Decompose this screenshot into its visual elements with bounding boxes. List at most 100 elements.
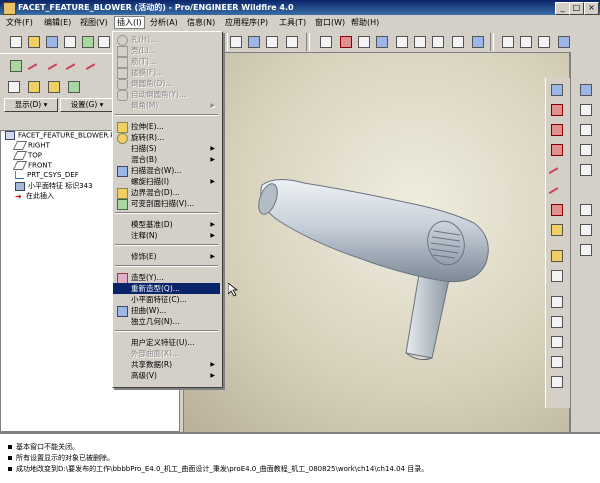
hidden-line-icon[interactable] <box>518 34 534 50</box>
menu-window[interactable]: 窗口(W) <box>315 17 345 28</box>
show-button[interactable]: 显示(D) ▾ <box>4 98 58 112</box>
point-display-icon[interactable] <box>338 34 354 50</box>
new-file-icon[interactable] <box>8 34 24 50</box>
menu-item-advanced[interactable]: 高级(V) ▶ <box>113 370 220 381</box>
menu-item-swept-blend[interactable]: 扫描混合(W)... <box>113 165 220 177</box>
zoom-out-icon[interactable] <box>412 34 428 50</box>
menu-insert[interactable]: 插入(I) <box>114 16 145 29</box>
sketch-curve-icon[interactable] <box>28 58 44 74</box>
email-icon[interactable] <box>80 34 96 50</box>
datum-point-tool-icon[interactable] <box>549 142 565 158</box>
menu-item-annotation[interactable]: 注释(N) ▶ <box>113 230 220 241</box>
tree-item-front[interactable]: FRONT <box>12 161 52 170</box>
menu-edit[interactable]: 编辑(E) <box>44 17 71 28</box>
mirror-tool-icon[interactable] <box>578 82 594 98</box>
merge-tool-icon[interactable] <box>578 102 594 118</box>
menu-item-shared-data[interactable]: 共享数据(R) ▶ <box>113 359 220 370</box>
regenerate-icon[interactable] <box>96 34 112 50</box>
curve-display-icon[interactable] <box>356 34 372 50</box>
curve-tool-icon[interactable] <box>549 182 565 198</box>
open-file-icon[interactable] <box>26 34 42 50</box>
tree-item-csys[interactable]: PRT_CSYS_DEF <box>15 171 79 179</box>
zoom-fit-icon[interactable] <box>374 34 390 50</box>
menu-item-auto-round[interactable]: 自动倒圆角(Y)... <box>113 89 220 101</box>
datum-display-icon[interactable] <box>318 34 334 50</box>
view-manager-icon[interactable] <box>470 34 486 50</box>
solidify-tool-icon[interactable] <box>578 222 594 238</box>
tree-item-right[interactable]: RIGHT <box>12 141 50 150</box>
refit-icon[interactable] <box>430 34 446 50</box>
favorites-tab-icon[interactable] <box>46 79 62 95</box>
revolve-tool-icon[interactable] <box>549 268 565 284</box>
menu-item-style[interactable]: 造型(Y)... <box>113 272 220 284</box>
model-tree-tab-icon[interactable] <box>6 79 22 95</box>
menu-item-hole[interactable]: 孔(H)... <box>113 34 220 46</box>
tree-item-facet-feature[interactable]: 小平面特征 标识343 <box>15 181 93 191</box>
extrude-tool-icon[interactable] <box>549 248 565 264</box>
menu-item-facet-feature[interactable]: 小平面特征(C)... <box>113 294 220 305</box>
menu-item-independent-geometry[interactable]: 独立几何(N)... <box>113 316 220 327</box>
menu-item-udf[interactable]: 用户定义特征(U)... <box>113 337 220 348</box>
menu-tools[interactable]: 工具(T) <box>279 17 306 28</box>
menu-item-variable-section-sweep[interactable]: 可变剖面扫描(V)... <box>113 198 220 210</box>
menu-item-sweep[interactable]: 扫描(S) ▶ <box>113 143 220 154</box>
sketch-line-icon[interactable] <box>48 58 64 74</box>
thicken-tool-icon[interactable] <box>578 202 594 218</box>
round-tool-icon[interactable] <box>549 374 565 390</box>
maximize-button[interactable]: □ <box>569 2 584 15</box>
menu-item-chamfer[interactable]: 倒角(M) ▶ <box>113 100 220 111</box>
hole-tool-icon[interactable] <box>549 294 565 310</box>
menu-item-draft[interactable]: 拔模(F)... <box>113 67 220 79</box>
menu-applications[interactable]: 应用程序(P) <box>225 17 268 28</box>
orient-icon[interactable] <box>284 34 300 50</box>
repaint-icon[interactable] <box>246 34 262 50</box>
print-icon[interactable] <box>62 34 78 50</box>
menu-item-external-surface[interactable]: 外部曲面(X)... <box>113 348 220 359</box>
menu-info[interactable]: 信息(N) <box>187 17 215 28</box>
draft-tool-icon[interactable] <box>549 354 565 370</box>
menu-view[interactable]: 视图(V) <box>80 17 108 28</box>
menu-item-cosmetic[interactable]: 修饰(E) ▶ <box>113 251 220 262</box>
tree-item-top[interactable]: TOP <box>12 151 42 160</box>
shell-tool-icon[interactable] <box>549 314 565 330</box>
menu-item-model-datum[interactable]: 模型基准(D) ▶ <box>113 219 220 230</box>
menu-item-helical-sweep[interactable]: 螺旋扫描(I) ▶ <box>113 176 220 187</box>
pattern-tool-icon[interactable] <box>578 142 594 158</box>
shading-icon[interactable] <box>556 34 572 50</box>
menu-item-shell[interactable]: 壳(L)... <box>113 45 220 57</box>
spin-center-icon[interactable] <box>264 34 280 50</box>
menu-item-rib[interactable]: 筋(T)... <box>113 56 220 68</box>
menu-item-revolve[interactable]: 旋转(R)... <box>113 132 220 144</box>
offset-tool-icon[interactable] <box>578 162 594 178</box>
menu-analysis[interactable]: 分析(A) <box>150 17 178 28</box>
datum-plane-tool-icon[interactable] <box>549 82 565 98</box>
zoom-in-icon[interactable] <box>394 34 410 50</box>
extend-tool-icon[interactable] <box>578 242 594 258</box>
menu-item-warp[interactable]: 扭曲(W)... <box>113 305 220 317</box>
tree-item-root[interactable]: FACET_FEATURE_BLOWER.PRT <box>5 131 123 140</box>
csys-tool-icon[interactable] <box>549 202 565 218</box>
settings-button[interactable]: 设置(G) ▾ <box>60 98 114 112</box>
analysis-tool-icon[interactable] <box>549 222 565 238</box>
menu-item-restyle[interactable]: 重新造型(Q)... <box>113 283 220 294</box>
layer-icon[interactable] <box>228 34 244 50</box>
menu-item-extrude[interactable]: 拉伸(E)... <box>113 121 220 133</box>
trim-tool-icon[interactable] <box>578 122 594 138</box>
no-hidden-icon[interactable] <box>536 34 552 50</box>
minimize-button[interactable]: _ <box>555 2 570 15</box>
close-button[interactable]: × <box>584 2 599 15</box>
tree-item-insert-here[interactable]: ➜ 在此插入 <box>15 191 54 201</box>
menu-item-round[interactable]: 倒圆角(O)... <box>113 78 220 90</box>
datum-axis-tool-icon[interactable] <box>549 102 565 118</box>
menu-item-blend[interactable]: 混合(B) ▶ <box>113 154 220 165</box>
folder-browser-tab-icon[interactable] <box>26 79 42 95</box>
menu-item-boundary-blend[interactable]: 边界混合(D)... <box>113 187 220 199</box>
save-icon[interactable] <box>44 34 60 50</box>
wireframe-icon[interactable] <box>500 34 516 50</box>
datum-curve-tool-icon[interactable] <box>549 122 565 138</box>
sketch-tool-icon[interactable] <box>549 162 565 178</box>
named-view-icon[interactable] <box>450 34 466 50</box>
layer-tab-icon[interactable] <box>66 79 82 95</box>
menu-help[interactable]: 帮助(H) <box>351 17 379 28</box>
rib-tool-icon[interactable] <box>549 334 565 350</box>
